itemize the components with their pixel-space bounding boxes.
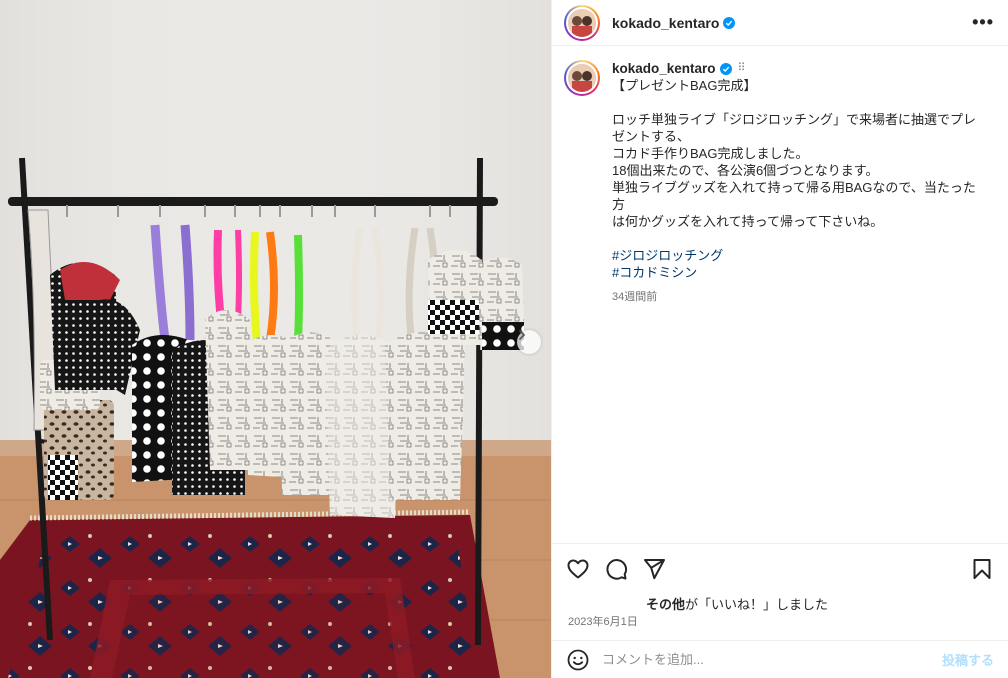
drag-dots-icon: ⠿ [737, 62, 746, 74]
emoji-icon [567, 649, 589, 670]
comment-icon [606, 558, 628, 580]
heart-icon [567, 559, 589, 578]
caption-avatar[interactable] [564, 60, 600, 96]
post-actions [552, 543, 1008, 593]
save-button[interactable] [970, 557, 994, 581]
like-button[interactable] [566, 557, 590, 581]
comment-input[interactable] [602, 652, 942, 667]
comment-button[interactable] [604, 557, 628, 581]
comment-bar: 投稿する [552, 640, 1008, 678]
caption-username[interactable]: kokado_kentaro [612, 60, 716, 77]
post-side-panel: kokado_kentaro ••• kokado_kentaro ⠿ 【プレゼ… [551, 0, 1008, 678]
likes-others-link[interactable]: その他 [646, 597, 685, 612]
send-icon [644, 558, 665, 579]
avatar-image [566, 62, 598, 94]
caption-area: kokado_kentaro ⠿ 【プレゼントBAG完成】 ロッチ単独ライブ「ジ… [564, 60, 994, 540]
caption-body: ロッチ単独ライブ「ジロジロッチング」で来場者に抽選でプレ ゼントする、 コカド手… [612, 112, 977, 229]
more-horizontal-icon[interactable]: ••• [972, 12, 994, 33]
post-comment-button[interactable]: 投稿する [942, 650, 994, 669]
avatar-image [566, 6, 598, 39]
bookmark-icon [973, 558, 991, 579]
caption-text: kokado_kentaro ⠿ 【プレゼントBAG完成】 ロッチ単独ライブ「ジ… [612, 60, 987, 306]
caption-body-block: ロッチ単独ライブ「ジロジロッチング」で来場者に抽選でプレ ゼントする、 コカド手… [612, 111, 987, 230]
hashtag-link[interactable]: #ジロジロッチング [612, 247, 987, 264]
post-media[interactable] [0, 0, 551, 678]
avatar[interactable] [564, 4, 600, 41]
likes-text: が「いいね！」しました [685, 597, 829, 612]
emoji-button[interactable] [566, 648, 590, 672]
hashtag-list: #ジロジロッチング #コカドミシン [612, 247, 987, 281]
verified-badge-icon [723, 16, 736, 29]
likes-summary: その他が「いいね！」しました [646, 594, 828, 613]
post-photo [0, 0, 551, 678]
caption-title: 【プレゼントBAG完成】 [612, 78, 757, 93]
share-button[interactable] [642, 557, 666, 581]
verified-badge-icon [719, 62, 732, 75]
post-header: kokado_kentaro ••• [552, 0, 1008, 46]
post-date[interactable]: 2023年6月1日 [568, 613, 638, 629]
header-username[interactable]: kokado_kentaro [612, 15, 719, 31]
hashtag-link[interactable]: #コカドミシン [612, 264, 987, 281]
next-photo-button[interactable] [517, 330, 541, 354]
caption-time-ago[interactable]: 34週間前 [612, 289, 987, 306]
chevron-right-icon [519, 330, 526, 340]
